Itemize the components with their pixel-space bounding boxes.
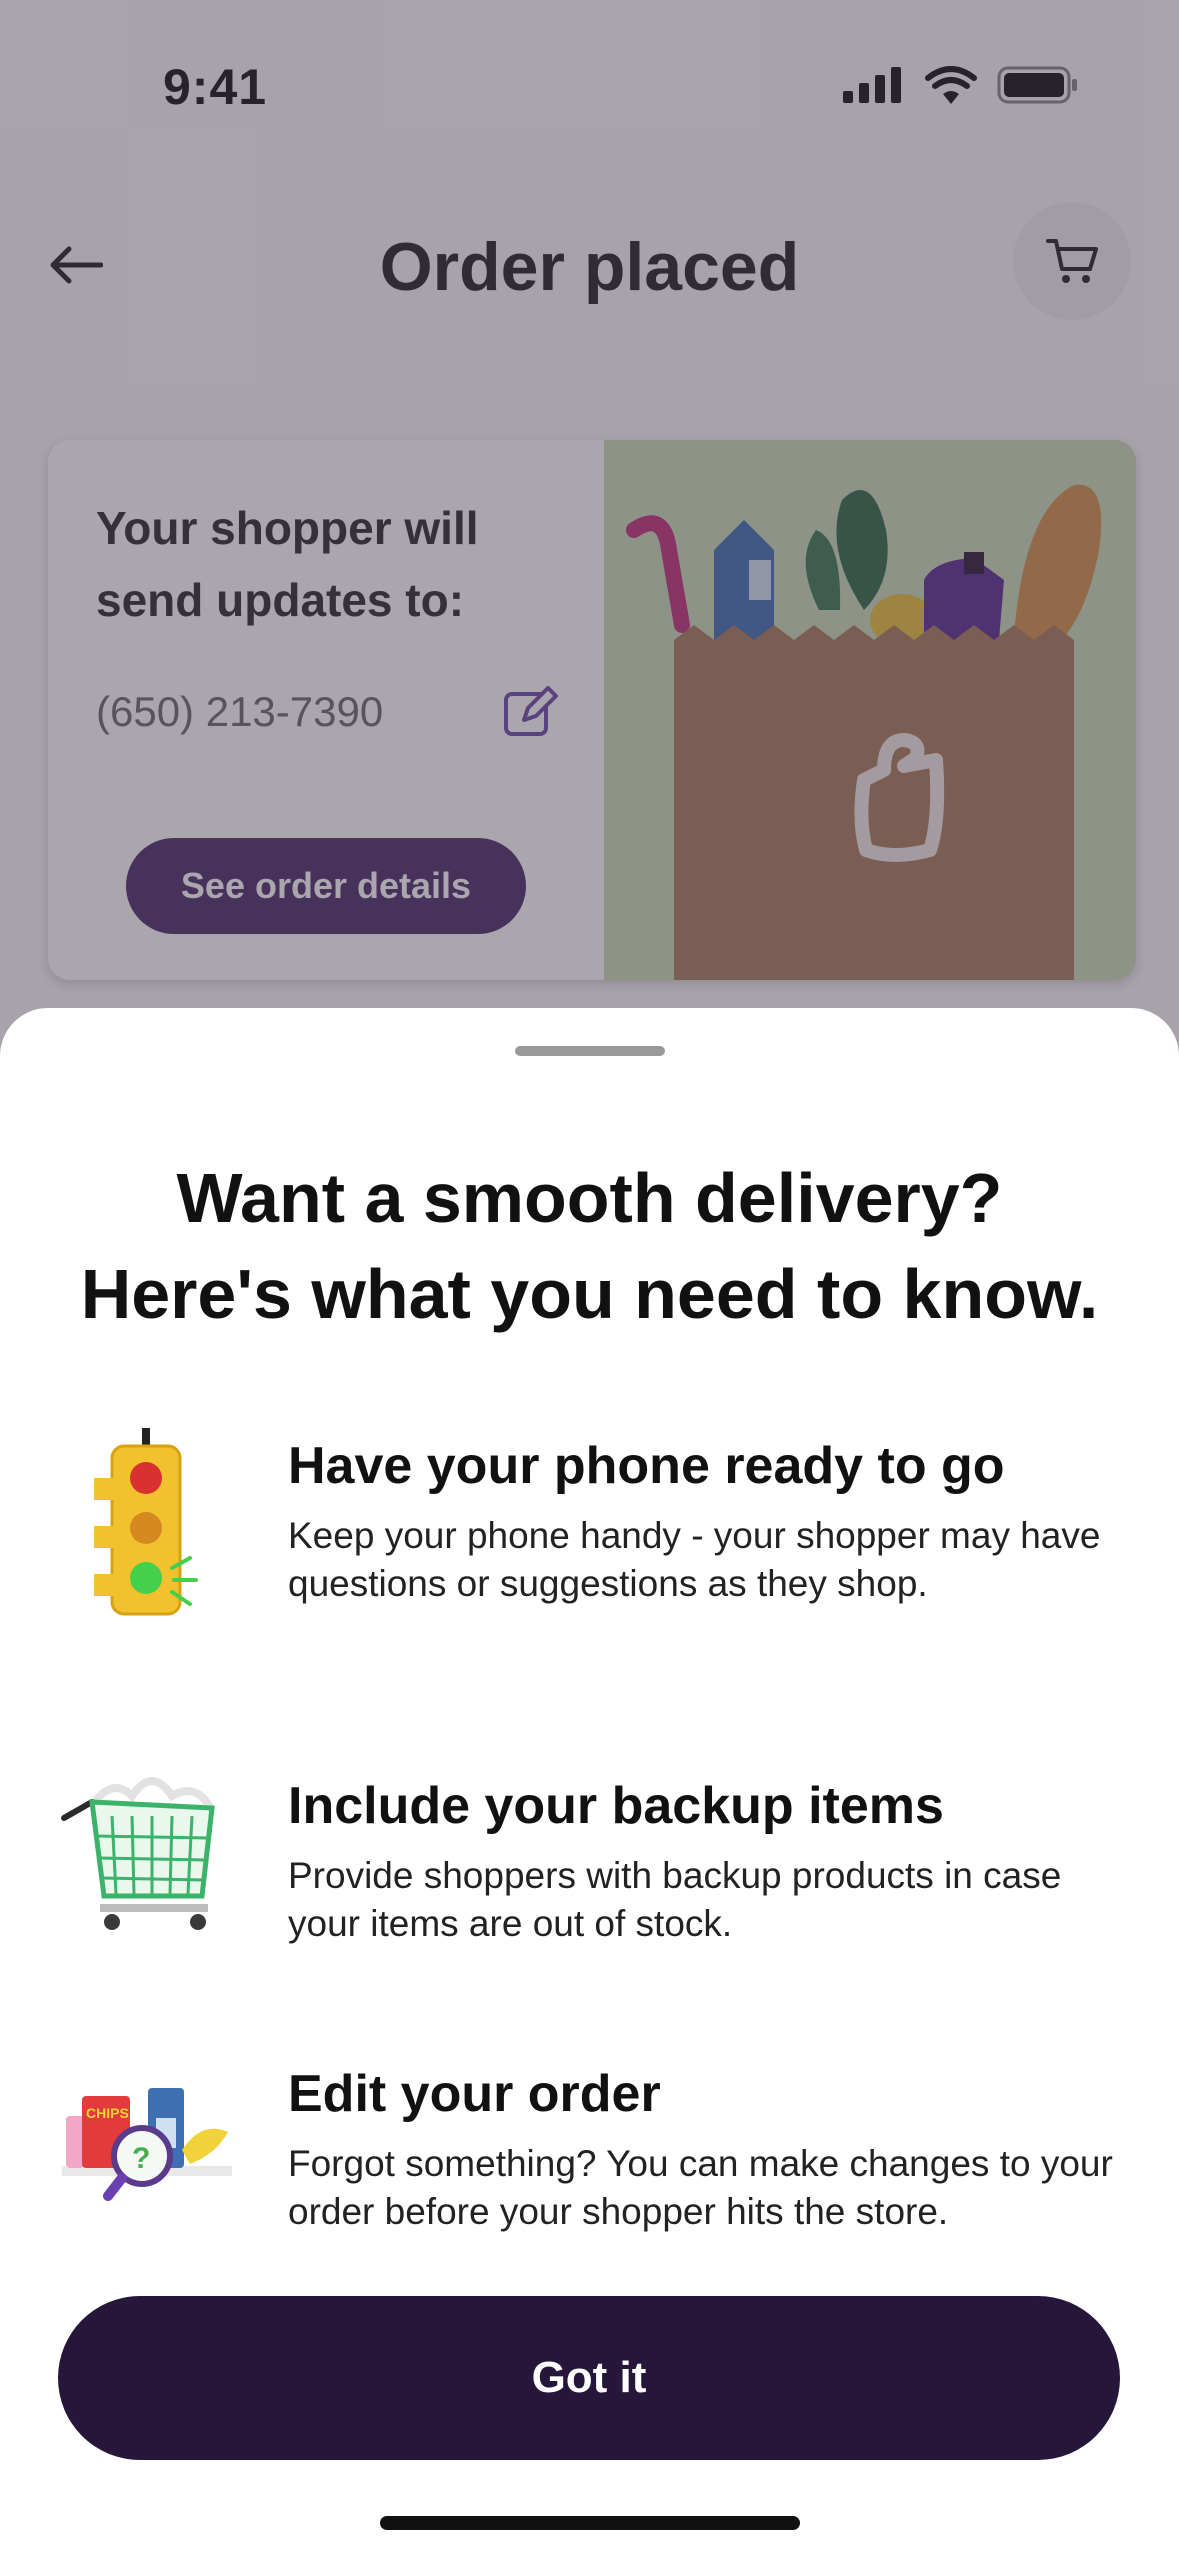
svg-text:CHIPS: CHIPS [86,2105,129,2121]
tip-description: Forgot something? You can make changes t… [288,2143,1113,2232]
sheet-title-line-1: Want a smooth delivery? [176,1159,1003,1237]
tip-title: Have your phone ready to go [288,1437,1005,1495]
shopping-cart-icon [61,1777,216,1930]
tip-title: Edit your order [288,2065,661,2123]
sheet-title-line-2: Here's what you need to know. [80,1255,1099,1333]
edit-order-icon: CHIPS ? [62,2088,232,2201]
tip-description: Provide shoppers with backup products in… [288,1855,1062,1944]
got-it-button[interactable]: Got it [58,2296,1120,2460]
svg-text:?: ? [132,2142,150,2175]
home-indicator[interactable] [380,2516,800,2530]
tip-title: Include your backup items [288,1777,944,1835]
traffic-light-icon [94,1428,198,1616]
sheet-grabber[interactable] [515,1046,665,1056]
sheet-title: Want a smooth delivery? Here's what you … [40,1150,1139,1342]
tip-description: Keep your phone handy - your shopper may… [288,1515,1101,1604]
